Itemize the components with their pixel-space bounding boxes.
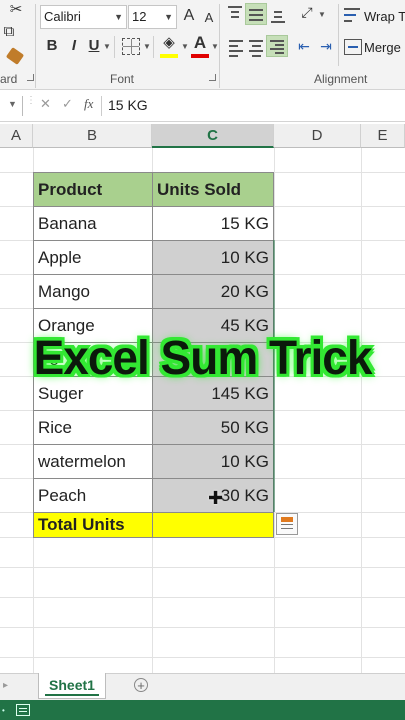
group-font-label: Font (110, 72, 135, 86)
units-cell[interactable]: 10 KG (152, 240, 274, 275)
wrap-text-icon[interactable] (344, 6, 362, 24)
column-header-e[interactable]: E (361, 124, 405, 148)
enter-icon[interactable]: ✓ (62, 96, 73, 112)
column-header-c[interactable]: C (152, 124, 274, 148)
header-product[interactable]: Product (33, 172, 153, 207)
underline-button[interactable]: U (86, 36, 102, 56)
cursor-cross-icon: ✚ (208, 488, 224, 508)
overlay-title: Excel Sum Trick (33, 329, 373, 385)
ribbon-divider (114, 36, 115, 58)
name-box-dropdown-icon[interactable]: ▼ (8, 99, 17, 109)
product-cell[interactable]: Banana (33, 206, 153, 241)
font-size-select[interactable]: 12 ▼ (128, 5, 177, 29)
divider (22, 96, 23, 116)
fill-color-icon[interactable]: ◈ (159, 33, 179, 53)
clipboard-launcher-icon[interactable] (27, 74, 34, 81)
wrap-text-button[interactable]: Wrap T (364, 9, 405, 24)
align-center-icon[interactable] (249, 40, 263, 57)
chevron-down-icon[interactable]: ▼ (211, 42, 219, 51)
quick-analysis-icon (281, 517, 293, 522)
format-painter-icon[interactable] (5, 47, 25, 65)
font-name-value: Calibri (44, 9, 81, 24)
scroll-tabs-left-icon[interactable]: ▸ (3, 680, 8, 691)
align-left-icon[interactable] (229, 40, 243, 57)
copy-icon[interactable]: ⧉ (2, 22, 16, 42)
units-cell[interactable]: 20 KG (152, 274, 274, 309)
align-middle-button[interactable] (245, 3, 267, 25)
divider (101, 96, 102, 116)
column-header-d[interactable]: D (274, 124, 361, 148)
align-bottom-icon[interactable] (271, 11, 285, 23)
cut-icon[interactable]: ✂ (5, 0, 27, 20)
chevron-down-icon: ▼ (164, 12, 173, 22)
align-top-icon[interactable] (228, 6, 242, 18)
header-units-sold[interactable]: Units Sold (152, 172, 274, 207)
font-color-swatch (191, 54, 209, 58)
merge-icon[interactable] (344, 39, 362, 55)
units-cell[interactable]: 50 KG (152, 410, 274, 445)
drag-dots-icon[interactable]: ⋮ (26, 95, 36, 106)
product-cell[interactable]: Rice (33, 410, 153, 445)
ribbon-divider (219, 4, 220, 88)
font-launcher-icon[interactable] (209, 74, 216, 81)
ribbon-divider (338, 4, 339, 66)
grow-font-button[interactable]: A (181, 6, 197, 26)
total-units-value[interactable] (152, 512, 274, 538)
column-header-b[interactable]: B (33, 124, 152, 148)
product-cell[interactable]: Mango (33, 274, 153, 309)
font-color-button[interactable]: A (191, 33, 209, 53)
italic-button[interactable]: I (66, 36, 82, 56)
product-cell[interactable]: watermelon (33, 444, 153, 479)
group-alignment-label: Alignment (314, 72, 368, 86)
formula-input[interactable]: 15 KG (108, 97, 148, 113)
group-clipboard-label: ard (0, 72, 18, 86)
merge-button[interactable]: Merge (364, 40, 401, 55)
fill-color-swatch (160, 54, 178, 58)
units-cell[interactable]: 10 KG (152, 444, 274, 479)
orientation-icon[interactable]: ⤢ (296, 2, 318, 22)
increase-indent-icon[interactable]: ⇥ (318, 36, 334, 56)
shrink-font-button[interactable]: A (202, 8, 216, 28)
total-units-label[interactable]: Total Units (33, 512, 153, 538)
status-bar: • (0, 700, 405, 720)
units-cell[interactable]: 15 KG (152, 206, 274, 241)
chevron-down-icon[interactable]: ▼ (103, 42, 111, 51)
quick-analysis-button[interactable] (276, 513, 298, 535)
chevron-down-icon[interactable]: ▼ (181, 42, 189, 51)
cell-mode-icon[interactable] (16, 704, 30, 716)
product-cell[interactable]: Apple (33, 240, 153, 275)
formula-bar: ▼ ⋮ ✕ ✓ fx 15 KG (0, 90, 405, 122)
bold-button[interactable]: B (43, 36, 61, 56)
sheet-tab-sheet1[interactable]: Sheet1 (38, 673, 106, 699)
chevron-down-icon[interactable]: ▼ (143, 42, 151, 51)
borders-icon[interactable] (122, 38, 140, 55)
ribbon-divider (35, 4, 36, 88)
font-name-select[interactable]: Calibri ▼ (40, 5, 127, 29)
add-sheet-icon[interactable]: + (134, 678, 148, 692)
ribbon: ✂ ⧉ ard Calibri ▼ 12 ▼ A A B I U ▼ ▼ ◈ ▼… (0, 0, 405, 90)
insert-function-icon[interactable]: fx (84, 96, 93, 112)
product-cell[interactable]: Peach (33, 478, 153, 513)
font-size-value: 12 (132, 9, 147, 24)
align-right-button[interactable] (266, 35, 288, 57)
chevron-down-icon[interactable]: ▼ (318, 10, 326, 19)
chevron-down-icon: ▼ (114, 12, 123, 22)
decrease-indent-icon[interactable]: ⇤ (296, 36, 312, 56)
status-dot-icon: • (2, 706, 5, 715)
ribbon-divider (153, 36, 154, 58)
column-header-a[interactable]: A (0, 124, 33, 148)
cancel-icon[interactable]: ✕ (40, 96, 51, 112)
